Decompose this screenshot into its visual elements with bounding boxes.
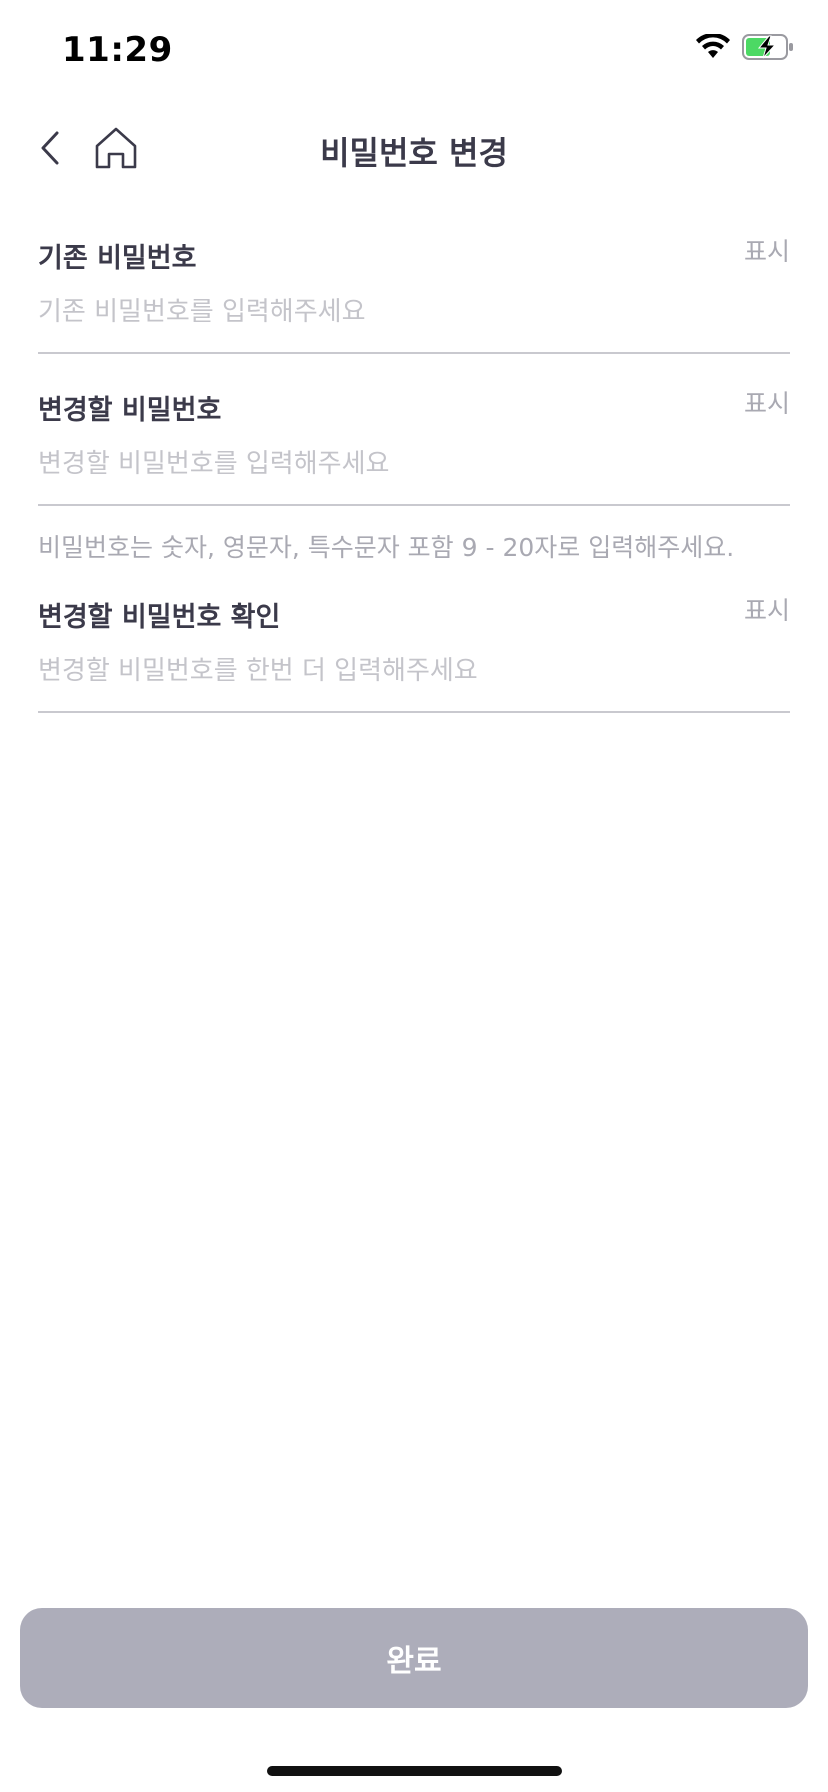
confirm-password-underline [38,711,790,713]
confirm-password-label: 변경할 비밀번호 확인 [38,602,281,633]
current-password-label: 기존 비밀번호 [38,243,197,274]
status-icons [696,34,794,60]
current-password-input[interactable] [38,290,790,334]
password-rule-hint: 비밀번호는 숫자, 영문자, 특수문자 포함 9 - 20자로 입력해주세요. [38,533,735,562]
page-title: 비밀번호 변경 [320,134,508,172]
new-password-show-toggle[interactable]: 표시 [744,384,790,420]
navigation-bar: 비밀번호 변경 [0,110,828,190]
confirm-password-show-toggle[interactable]: 표시 [744,591,790,627]
current-password-underline [38,352,790,354]
new-password-input[interactable] [38,442,790,486]
new-password-label: 변경할 비밀번호 [38,395,222,426]
submit-button[interactable]: 완료 [20,1608,808,1708]
confirm-password-input[interactable] [38,649,790,693]
status-time: 11:29 [62,30,173,70]
current-password-show-toggle[interactable]: 표시 [744,232,790,268]
new-password-underline [38,504,790,506]
wifi-icon [696,34,730,60]
battery-charging-icon [742,34,794,60]
home-indicator [267,1766,562,1776]
status-bar: 11:29 [0,0,828,100]
